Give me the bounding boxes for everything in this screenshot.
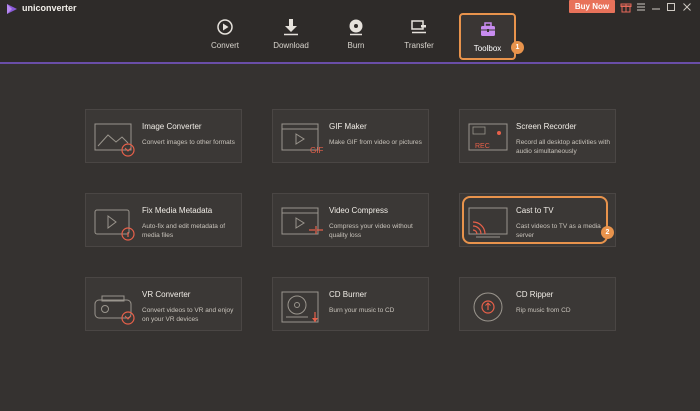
card-title: Screen Recorder xyxy=(516,122,577,131)
tab-transfer[interactable]: Transfer xyxy=(394,12,444,60)
tool-cd-burner[interactable]: CD Burner Burn your music to CD xyxy=(272,277,429,331)
toolbar-divider xyxy=(0,62,700,64)
transfer-icon xyxy=(411,20,426,34)
callout-badge-2: 2 xyxy=(601,226,614,239)
card-title: Fix Media Metadata xyxy=(142,206,213,215)
card-description: Rip music from CD xyxy=(516,307,571,314)
tool-screen-recorder[interactable]: REC Screen Recorder Record all desktop a… xyxy=(459,109,616,163)
toolbox-icon xyxy=(480,22,495,36)
tab-transfer-label: Transfer xyxy=(404,41,434,50)
card-title: VR Converter xyxy=(142,290,191,299)
tab-convert-label: Convert xyxy=(210,41,239,50)
download-icon xyxy=(284,19,298,36)
close-icon[interactable] xyxy=(681,1,693,13)
maximize-icon[interactable] xyxy=(665,1,677,13)
vr-converter-icon xyxy=(94,295,135,325)
tab-download[interactable]: Download xyxy=(266,12,316,60)
tab-convert[interactable]: Convert xyxy=(200,12,250,60)
tab-burn[interactable]: Burn xyxy=(331,12,381,60)
card-description: Record all desktop activities with audio… xyxy=(516,139,610,155)
gif-maker-icon: GIF xyxy=(281,123,323,155)
tool-gif-maker[interactable]: GIF GIF Maker Make GIF from video or pic… xyxy=(272,109,429,163)
tab-burn-label: Burn xyxy=(347,41,365,50)
card-title: Video Compress xyxy=(329,206,388,215)
gif-icon-label: GIF xyxy=(310,146,323,155)
buy-now-button[interactable]: Buy Now xyxy=(569,0,615,13)
cd-ripper-icon xyxy=(473,292,503,322)
app-logo-icon xyxy=(7,4,17,14)
callout-badge-1: 1 xyxy=(511,41,524,54)
card-description: Convert images to other formats xyxy=(142,139,235,146)
card-description: Burn your music to CD xyxy=(329,307,395,314)
menu-icon[interactable] xyxy=(635,1,647,13)
tool-image-converter[interactable]: Image Converter Convert images to other … xyxy=(85,109,242,163)
minimize-icon[interactable] xyxy=(650,1,662,13)
gift-icon[interactable] xyxy=(620,1,632,13)
card-title: Image Converter xyxy=(142,122,202,131)
tool-vr-converter[interactable]: VR Converter Convert videos to VR and en… xyxy=(85,277,242,331)
card-description: Convert videos to VR and enjoy on your V… xyxy=(142,307,234,323)
fix-media-metadata-icon xyxy=(94,209,135,241)
tool-fix-media-metadata[interactable]: Fix Media Metadata Auto-fix and edit met… xyxy=(85,193,242,247)
cast-to-tv-highlight xyxy=(462,196,608,244)
tab-toolbox[interactable]: Toolbox xyxy=(459,13,516,60)
rec-icon-label: REC xyxy=(475,143,490,150)
card-description: Auto-fix and edit metadata of media file… xyxy=(142,223,226,239)
convert-icon xyxy=(217,19,233,35)
burn-icon xyxy=(349,19,363,36)
screen-recorder-icon: REC xyxy=(468,123,508,151)
tool-cd-ripper[interactable]: CD Ripper Rip music from CD xyxy=(459,277,616,331)
card-title: CD Ripper xyxy=(516,290,554,299)
image-converter-icon xyxy=(94,123,135,157)
card-description: Make GIF from video or pictures xyxy=(329,139,422,146)
card-description: Compress your video without quality loss xyxy=(329,223,413,239)
app-title: uniconverter xyxy=(22,3,77,13)
card-title: GIF Maker xyxy=(329,122,367,131)
cd-burner-icon xyxy=(281,291,319,323)
card-title: CD Burner xyxy=(329,290,367,299)
tab-toolbox-label: Toolbox xyxy=(473,44,502,53)
video-compress-icon xyxy=(281,207,323,235)
tool-video-compress[interactable]: Video Compress Compress your video witho… xyxy=(272,193,429,247)
tab-download-label: Download xyxy=(273,41,309,50)
